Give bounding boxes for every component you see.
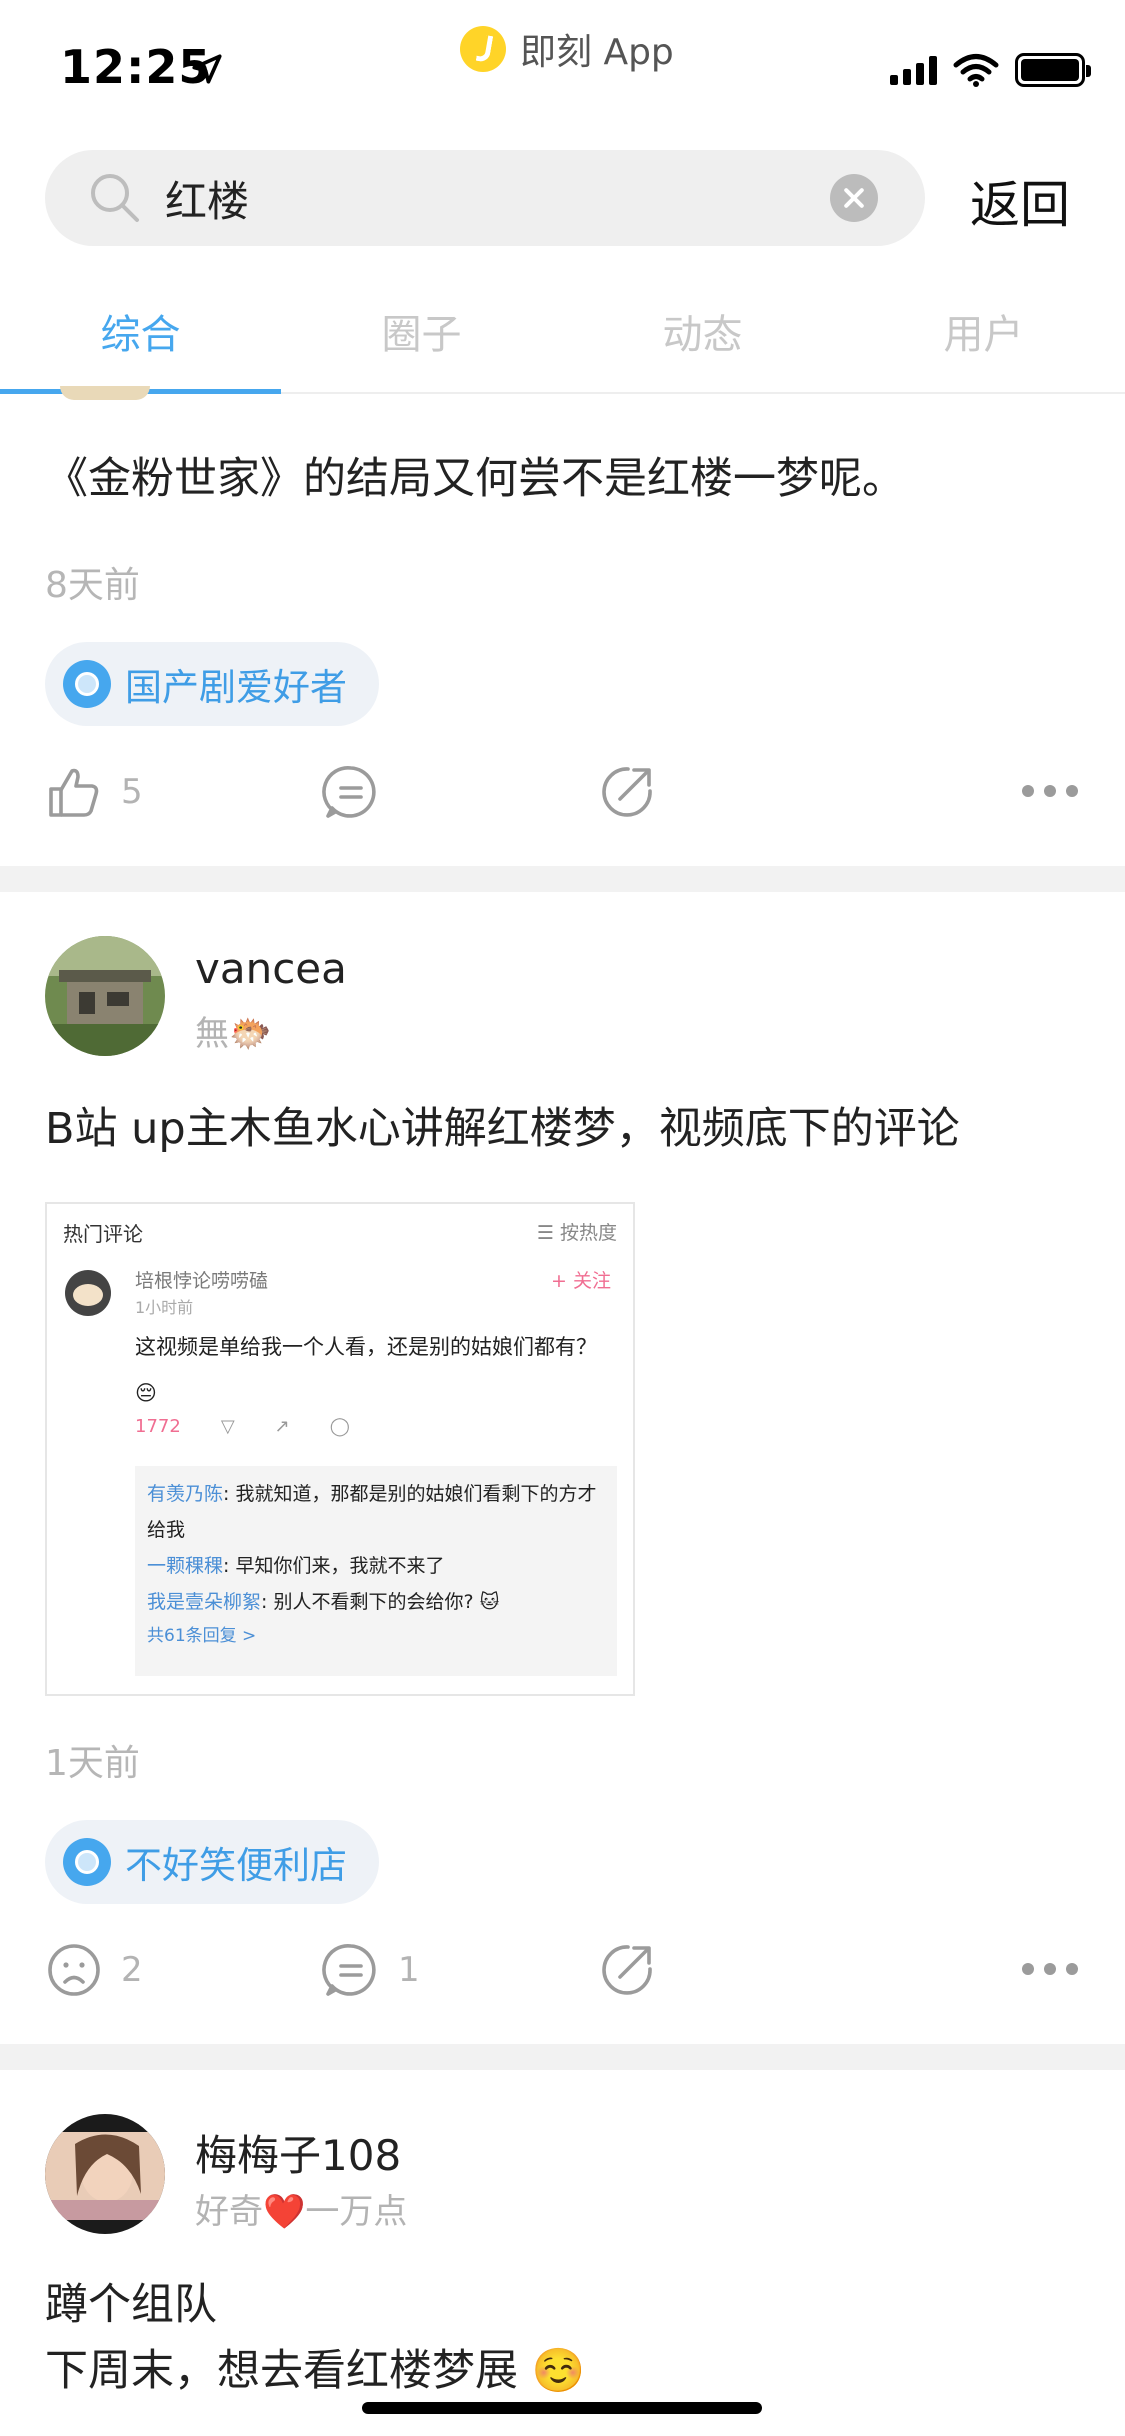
tab-users[interactable]: 用户 bbox=[843, 302, 1124, 360]
post-actions: 5 bbox=[0, 757, 1125, 827]
location-arrow-icon bbox=[192, 54, 222, 84]
avatar[interactable] bbox=[45, 936, 165, 1056]
system-icons bbox=[890, 50, 1091, 90]
jike-logo-icon bbox=[460, 26, 506, 72]
comment-button[interactable]: 1 bbox=[322, 1935, 420, 2005]
topic-name: 国产剧爱好者 bbox=[125, 666, 347, 709]
post-text[interactable]: B站 up主木鱼水心讲解红楼梦，视频底下的评论 bbox=[45, 1096, 960, 1162]
section-divider bbox=[0, 866, 1125, 892]
section-divider bbox=[0, 2044, 1125, 2070]
topic-tag[interactable]: 国产剧爱好者 bbox=[45, 642, 379, 726]
post-text[interactable]: 蹲个组队 bbox=[45, 2272, 217, 2338]
topic-tag[interactable]: 不好笑便利店 bbox=[45, 1820, 379, 1904]
more-options-icon[interactable] bbox=[1022, 1963, 1078, 1975]
search-input[interactable] bbox=[165, 168, 845, 228]
back-button[interactable]: 返回 bbox=[970, 165, 1070, 237]
battery-icon bbox=[1015, 53, 1091, 87]
post-time: 1天前 bbox=[45, 1743, 140, 1784]
wifi-icon bbox=[953, 54, 999, 87]
share-button[interactable] bbox=[598, 757, 656, 827]
user-name[interactable]: 梅梅子108 bbox=[195, 2122, 401, 2183]
user-name[interactable]: vancea bbox=[195, 944, 347, 993]
topic-icon bbox=[63, 660, 111, 708]
topic-icon bbox=[63, 1838, 111, 1886]
comment-count: 1 bbox=[398, 1950, 420, 1990]
like-count: 2 bbox=[121, 1950, 143, 1990]
tab-posts[interactable]: 动态 bbox=[562, 302, 843, 360]
search-icon bbox=[91, 174, 139, 222]
reply-item: 一颗稞稞: 早知你们来，我就不来了 bbox=[147, 1555, 445, 1577]
topic-name: 不好笑便利店 bbox=[125, 1844, 347, 1887]
comment-likes: 1772 bbox=[135, 1416, 181, 1437]
user-bio: 好奇❤️一万点 bbox=[195, 2192, 408, 2232]
comment-icon bbox=[322, 1944, 376, 1996]
comment-icon bbox=[322, 766, 376, 818]
reply-item: 有羡乃陈: 我就知道，那都是别的姑娘们看剩下的方才给我 bbox=[147, 1483, 597, 1541]
like-button[interactable]: 2 bbox=[45, 1935, 143, 2005]
search-bar[interactable] bbox=[45, 150, 925, 246]
like-count: 5 bbox=[121, 772, 143, 812]
commenter-avatar bbox=[65, 1270, 111, 1316]
more-options-icon[interactable] bbox=[1022, 785, 1078, 797]
cellular-signal-icon bbox=[890, 55, 937, 85]
avatar[interactable] bbox=[45, 2114, 165, 2234]
avatar[interactable] bbox=[60, 386, 150, 400]
app-name: 即刻 App bbox=[520, 32, 674, 73]
comment-meta: 1772 ▽ ↗ ◯ bbox=[135, 1416, 350, 1437]
forward-icon: ↗ bbox=[274, 1416, 290, 1437]
share-icon bbox=[602, 1945, 652, 1995]
reply-box: 有羡乃陈: 我就知道，那都是别的姑娘们看剩下的方才给我 一颗稞稞: 早知你们来，… bbox=[135, 1466, 617, 1676]
status-bar: 12:25 即刻 App bbox=[0, 0, 1125, 132]
post-text[interactable]: 下周末，想去看红楼梦展 ☺️ bbox=[45, 2338, 585, 2404]
clock: 12:25 bbox=[60, 40, 212, 94]
share-icon bbox=[602, 767, 652, 817]
post-actions: 2 1 bbox=[0, 1935, 1125, 2005]
app-indicator[interactable]: 即刻 App bbox=[460, 24, 674, 74]
thumbs-up-icon bbox=[49, 768, 99, 817]
share-button[interactable] bbox=[598, 1935, 656, 2005]
tab-circles[interactable]: 圈子 bbox=[281, 302, 562, 360]
sad-face-icon bbox=[48, 1944, 100, 1996]
post-image[interactable]: 热门评论 ☰ 按热度 培根悖论唠唠磕 1小时前 + 关注 这视频是单给我一个人看… bbox=[45, 1202, 635, 1696]
screen: 12:25 即刻 App 返回 bbox=[0, 0, 1125, 2436]
image-sort: ☰ 按热度 bbox=[536, 1222, 617, 1244]
comment-time: 1小时前 bbox=[135, 1298, 194, 1317]
follow-label: + 关注 bbox=[551, 1270, 611, 1292]
search-tabs: 综合 圈子 动态 用户 bbox=[0, 282, 1125, 394]
reply-icon: ◯ bbox=[329, 1416, 350, 1437]
more-replies-link: 共61条回复 > bbox=[147, 1626, 257, 1646]
home-indicator[interactable] bbox=[362, 2402, 762, 2414]
tab-general[interactable]: 综合 bbox=[0, 302, 281, 360]
like-button[interactable]: 5 bbox=[45, 757, 143, 827]
reply-item: 我是壹朵柳絮: 别人不看剩下的会给你? 🐱 bbox=[147, 1591, 500, 1613]
dislike-icon: ▽ bbox=[220, 1416, 235, 1437]
commenter-name: 培根悖论唠唠磕 bbox=[135, 1270, 269, 1292]
user-bio: 無🐡 bbox=[195, 1014, 272, 1054]
clear-search-icon[interactable] bbox=[830, 174, 878, 222]
post-text[interactable]: 《金粉世家》的结局又何尝不是红楼一梦呢。 bbox=[45, 446, 905, 512]
image-header: 热门评论 bbox=[63, 1222, 143, 1246]
post-time: 8天前 bbox=[45, 565, 140, 606]
comment-button[interactable] bbox=[322, 757, 380, 827]
comment-body: 这视频是单给我一个人看，还是别的姑娘们都有？😔 bbox=[135, 1335, 597, 1405]
